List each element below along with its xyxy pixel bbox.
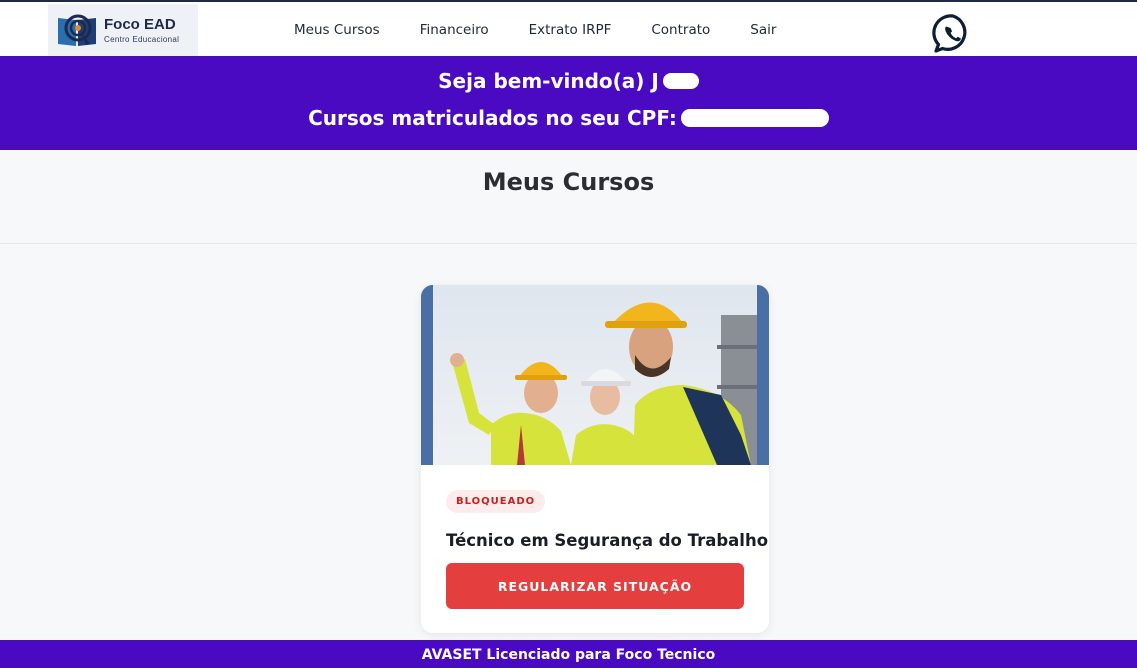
- status-badge: BLOQUEADO: [446, 490, 546, 513]
- brand-subtitle: Centro Educacional: [104, 34, 180, 44]
- course-card[interactable]: BLOQUEADO Técnico em Segurança do Trabal…: [421, 285, 769, 633]
- nav-financeiro[interactable]: Financeiro: [420, 22, 489, 38]
- regularize-button[interactable]: REGULARIZAR SITUAÇÃO: [446, 563, 744, 609]
- page-header: Meus Cursos: [0, 150, 1137, 244]
- nav-extrato-irpf[interactable]: Extrato IRPF: [529, 22, 612, 38]
- brand-logo[interactable]: Foco EAD Centro Educacional: [48, 4, 198, 56]
- nav-meus-cursos[interactable]: Meus Cursos: [294, 22, 380, 38]
- welcome-text: Seja bem-vindo(a) J: [438, 69, 659, 93]
- whatsapp-icon[interactable]: [932, 13, 974, 55]
- course-image: [421, 285, 769, 465]
- top-navbar: Foco EAD Centro Educacional Meus Cursos …: [0, 0, 1137, 56]
- redacted-cpf: [680, 109, 829, 127]
- logo-icon: [56, 10, 100, 50]
- main-nav: Meus Cursos Financeiro Extrato IRPF Cont…: [274, 2, 796, 58]
- brand-name: Foco EAD: [104, 15, 176, 33]
- nav-contrato[interactable]: Contrato: [651, 22, 710, 38]
- footer: AVASET Licenciado para Foco Tecnico: [0, 640, 1137, 668]
- cpf-label: Cursos matriculados no seu CPF:: [308, 106, 677, 130]
- welcome-banner: Seja bem-vindo(a) J Cursos matriculados …: [0, 56, 1137, 150]
- page-title: Meus Cursos: [482, 168, 655, 196]
- redacted-name: [662, 73, 699, 89]
- nav-sair[interactable]: Sair: [750, 22, 776, 38]
- course-title: Técnico em Segurança do Trabalho: [446, 531, 769, 550]
